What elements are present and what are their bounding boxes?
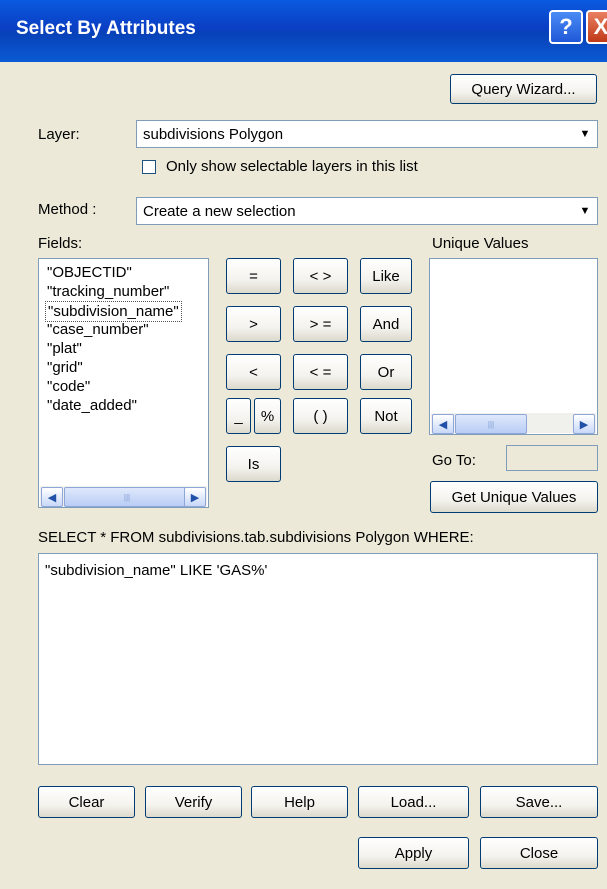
method-value: Create a new selection (143, 203, 296, 220)
equals-button[interactable]: = (226, 258, 281, 294)
like-button[interactable]: Like (360, 258, 412, 294)
list-item[interactable]: "plat" (47, 339, 82, 358)
and-button[interactable]: And (360, 306, 412, 342)
less-equal-button[interactable]: < = (293, 354, 348, 390)
fields-listbox[interactable]: "OBJECTID" "tracking_number" "subdivisio… (38, 258, 209, 508)
only-selectable-checkbox[interactable] (142, 160, 156, 174)
only-selectable-label: Only show selectable layers in this list (166, 158, 418, 175)
not-equal-button[interactable]: < > (293, 258, 348, 294)
query-textarea[interactable]: "subdivision_name" LIKE 'GAS%' (38, 553, 598, 765)
list-item[interactable]: "date_added" (47, 396, 137, 415)
scroll-thumb[interactable]: ||| (455, 414, 527, 434)
scroll-left-icon[interactable]: ◀ (432, 414, 454, 434)
method-label: Method : (38, 201, 97, 218)
unique-values-listbox[interactable]: ◀ ||| ▶ (429, 258, 598, 435)
greater-equal-button[interactable]: > = (293, 306, 348, 342)
close-button[interactable]: Close (480, 837, 598, 869)
scroll-right-icon[interactable]: ▶ (573, 414, 595, 434)
parentheses-button[interactable]: ( ) (293, 398, 348, 434)
get-unique-values-button[interactable]: Get Unique Values (430, 481, 598, 513)
less-than-button[interactable]: < (226, 354, 281, 390)
go-to-input[interactable] (506, 445, 598, 471)
percent-button[interactable]: % (254, 398, 281, 434)
list-item[interactable]: "case_number" (47, 320, 149, 339)
list-item[interactable]: "OBJECTID" (47, 263, 132, 282)
list-item[interactable]: "code" (47, 377, 90, 396)
layer-value: subdivisions Polygon (143, 126, 284, 143)
unique-values-hscrollbar[interactable]: ◀ ||| ▶ (431, 413, 596, 434)
fields-hscrollbar[interactable]: ◀ ||| ▶ (40, 486, 207, 507)
list-item[interactable]: "tracking_number" (47, 282, 169, 301)
is-button[interactable]: Is (226, 446, 281, 482)
verify-button[interactable]: Verify (145, 786, 242, 818)
list-item-selected[interactable]: "subdivision_name" (45, 301, 182, 322)
underscore-button[interactable]: _ (226, 398, 251, 434)
method-dropdown[interactable]: Create a new selection ▼ (136, 197, 598, 225)
load-button[interactable]: Load... (358, 786, 469, 818)
go-to-label: Go To: (432, 452, 476, 469)
layer-dropdown[interactable]: subdivisions Polygon ▼ (136, 120, 598, 148)
or-button[interactable]: Or (360, 354, 412, 390)
greater-than-button[interactable]: > (226, 306, 281, 342)
title-help-button[interactable]: ? (549, 10, 583, 44)
layer-label: Layer: (38, 126, 80, 143)
apply-button[interactable]: Apply (358, 837, 469, 869)
query-prefix-label: SELECT * FROM subdivisions.tab.subdivisi… (38, 529, 474, 546)
unique-values-label: Unique Values (432, 235, 529, 252)
scroll-left-icon[interactable]: ◀ (41, 487, 63, 507)
clear-button[interactable]: Clear (38, 786, 135, 818)
scroll-thumb[interactable]: ||| (64, 487, 190, 507)
save-button[interactable]: Save... (480, 786, 598, 818)
help-button[interactable]: Help (251, 786, 348, 818)
list-item[interactable]: "grid" (47, 358, 83, 377)
title-close-button[interactable]: X (586, 10, 607, 44)
window-title: Select By Attributes (16, 18, 196, 39)
fields-label: Fields: (38, 235, 83, 252)
not-button[interactable]: Not (360, 398, 412, 434)
chevron-down-icon[interactable]: ▼ (575, 123, 595, 145)
query-wizard-button[interactable]: Query Wizard... (450, 74, 597, 104)
chevron-down-icon[interactable]: ▼ (575, 200, 595, 222)
scroll-right-icon[interactable]: ▶ (184, 487, 206, 507)
